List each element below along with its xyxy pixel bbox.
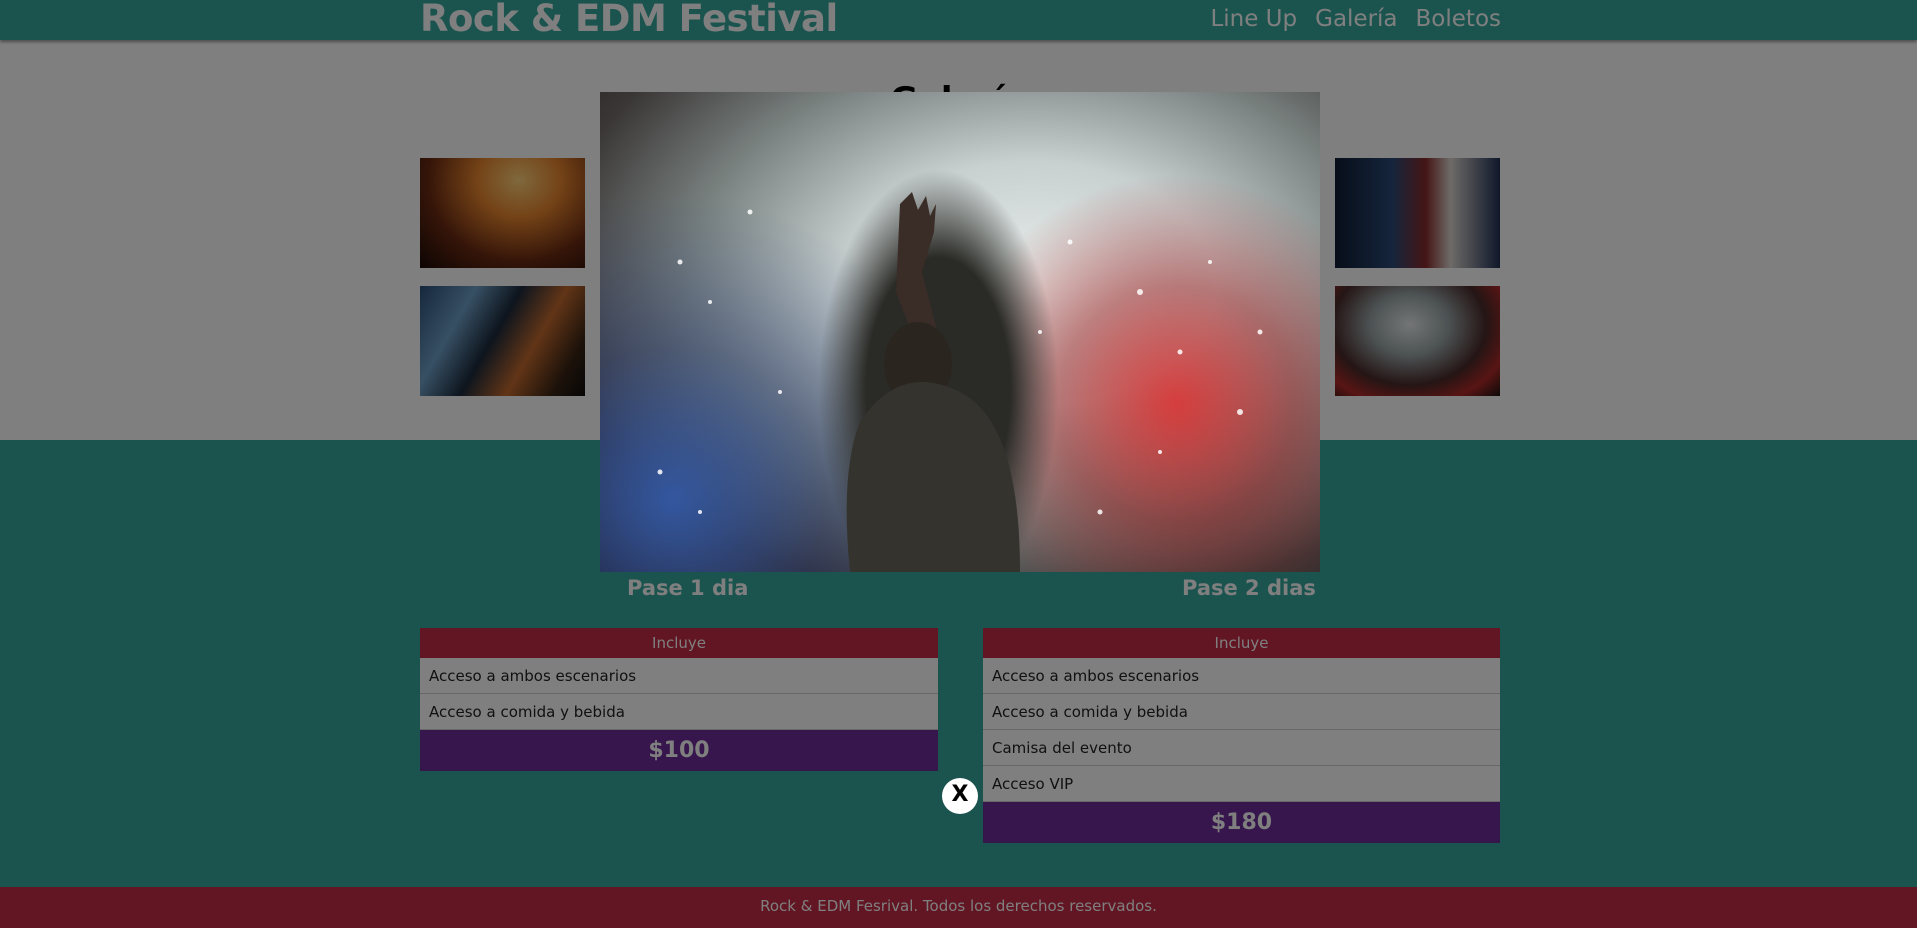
lightbox-close-button[interactable]: X: [942, 778, 978, 814]
lightbox-image: [600, 92, 1320, 572]
singer-silhouette: [657, 192, 1263, 572]
